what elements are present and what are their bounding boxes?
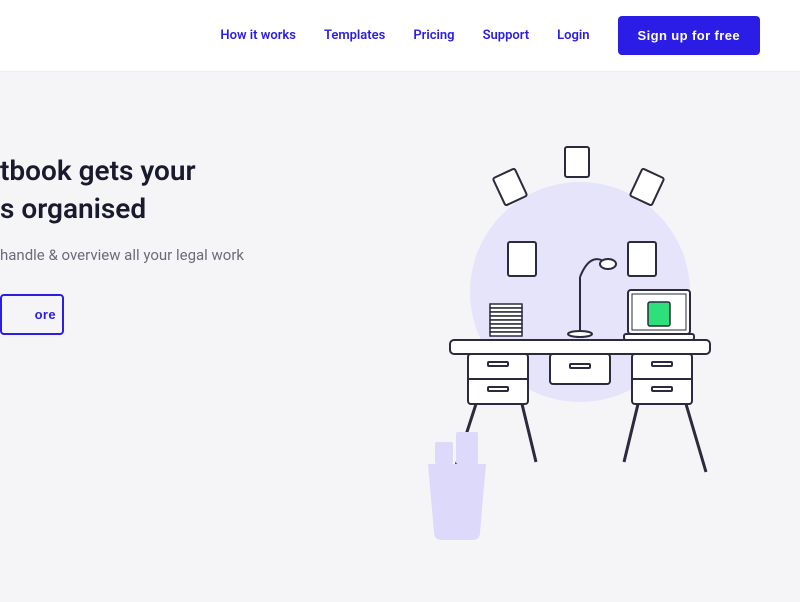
hero-title-line2: s organised [0,192,146,225]
hero-title-line1: tbook gets your [0,154,196,187]
signup-button[interactable]: Sign up for free [618,16,760,55]
nav-how-it-works[interactable]: How it works [220,28,296,43]
header-nav: How it works Templates Pricing Support L… [0,0,800,72]
desk-illustration [380,132,780,552]
nav-support[interactable]: Support [483,28,530,43]
nav-templates[interactable]: Templates [324,28,385,43]
hero-illustration-wrap [360,152,800,602]
nav-pricing[interactable]: Pricing [413,28,454,43]
hero-subtitle: handle & overview all your legal work [0,246,360,264]
hero-text: tbook gets your s organised handle & ove… [0,152,360,602]
hero-title: tbook gets your s organised [0,152,360,228]
hero-section: tbook gets your s organised handle & ove… [0,72,800,602]
learn-more-button[interactable]: ore [0,294,64,335]
nav-login[interactable]: Login [557,28,589,43]
